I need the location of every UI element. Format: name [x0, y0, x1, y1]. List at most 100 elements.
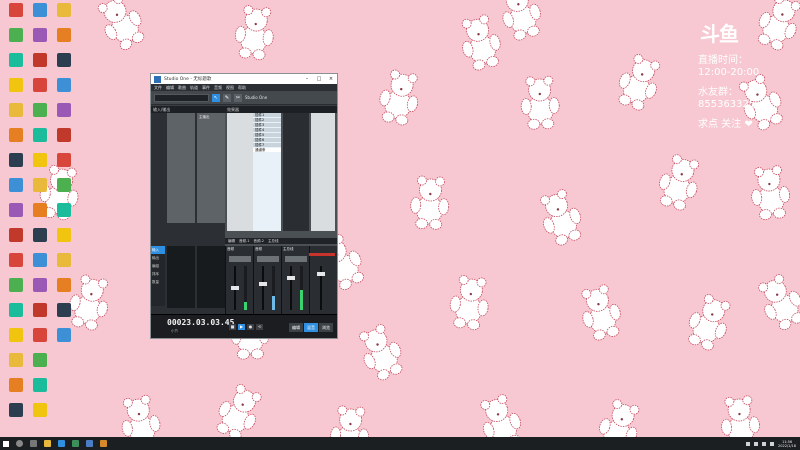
insert-item-selected[interactable]: 通道条 — [253, 148, 281, 153]
menu-event[interactable]: 事件 — [202, 85, 210, 91]
desktop-shortcut-icon[interactable] — [28, 178, 52, 192]
desktop-shortcut-icon[interactable] — [4, 78, 28, 92]
start-button[interactable] — [0, 437, 12, 450]
desktop-shortcut-icon[interactable] — [28, 353, 52, 367]
fader-handle[interactable] — [287, 276, 295, 280]
desktop-shortcut-icon[interactable] — [4, 403, 28, 417]
desktop-shortcut-icon[interactable] — [28, 53, 52, 67]
desktop-shortcut-icon[interactable] — [4, 253, 28, 267]
desktop-shortcut-icon[interactable] — [4, 128, 28, 142]
record-button[interactable]: ● — [247, 324, 254, 330]
io-channel-2[interactable]: 主输出 — [197, 113, 225, 223]
channel-strip-2[interactable]: 音频 — [253, 246, 281, 314]
pan-knob[interactable] — [257, 256, 279, 262]
minimize-button[interactable]: – — [301, 76, 313, 82]
desktop-shortcut-icon[interactable] — [52, 103, 76, 117]
menu-song[interactable]: 歌曲 — [178, 85, 186, 91]
desktop-shortcut-icon[interactable] — [52, 203, 76, 217]
desktop-shortcut-icon[interactable] — [28, 253, 52, 267]
taskbar-browser-icon[interactable] — [54, 437, 68, 450]
taskbar-clock[interactable]: 11:56 2022/1/18 — [778, 440, 796, 448]
menu-file[interactable]: 文件 — [154, 85, 162, 91]
desktop-shortcut-icon[interactable] — [4, 328, 28, 342]
desktop-shortcut-icon[interactable] — [4, 153, 28, 167]
desktop-shortcut-icon[interactable] — [52, 328, 76, 342]
desktop-shortcut-icon[interactable] — [52, 153, 76, 167]
desktop-shortcut-icon[interactable] — [52, 228, 76, 242]
desktop-shortcut-icon[interactable] — [4, 53, 28, 67]
taskbar-app-icon[interactable] — [68, 437, 82, 450]
fader-handle[interactable] — [231, 286, 239, 290]
loop-button[interactable]: ⟲ — [256, 324, 263, 330]
desktop-shortcut-icon[interactable] — [28, 128, 52, 142]
window-titlebar[interactable]: Studio One - 无标题歌 – □ × — [151, 74, 337, 84]
desktop-shortcut-icon[interactable] — [4, 178, 28, 192]
send-column[interactable] — [283, 113, 309, 231]
desktop-shortcut-icon[interactable] — [4, 103, 28, 117]
pencil-tool-icon[interactable]: ✎ — [223, 93, 231, 102]
desktop-shortcut-icon[interactable] — [52, 303, 76, 317]
scissors-tool-icon[interactable]: ✂ — [234, 93, 242, 102]
desktop-shortcut-icon[interactable] — [4, 353, 28, 367]
pan-knob[interactable] — [229, 256, 251, 262]
insert-column-1[interactable] — [227, 113, 253, 231]
desktop-shortcut-icon[interactable] — [28, 228, 52, 242]
close-button[interactable]: × — [325, 76, 337, 82]
taskbar-taskview-icon[interactable] — [26, 437, 40, 450]
desktop-shortcut-icon[interactable] — [52, 53, 76, 67]
side-tab-sort[interactable]: 排序 — [151, 270, 165, 278]
pan-knob[interactable] — [285, 256, 307, 262]
menu-edit[interactable]: 编辑 — [166, 85, 174, 91]
volume-icon[interactable] — [770, 441, 775, 446]
desktop-shortcut-icon[interactable] — [28, 103, 52, 117]
desktop-shortcut-icon[interactable] — [52, 278, 76, 292]
desktop-shortcut-icon[interactable] — [4, 278, 28, 292]
desktop-shortcut-icon[interactable] — [28, 278, 52, 292]
desktop-shortcut-icon[interactable] — [4, 378, 28, 392]
desktop-shortcut-icon[interactable] — [28, 153, 52, 167]
tray-icon[interactable] — [762, 441, 767, 446]
desktop-shortcut-icon[interactable] — [52, 3, 76, 17]
menu-help[interactable]: 帮助 — [238, 85, 246, 91]
desktop-shortcut-icon[interactable] — [4, 3, 28, 17]
browse-mode-button[interactable]: 浏览 — [319, 323, 333, 332]
insert-column-2[interactable] — [311, 113, 335, 231]
desktop-shortcut-icon[interactable] — [28, 78, 52, 92]
main-bus-strip[interactable] — [309, 246, 337, 314]
desktop-shortcut-icon[interactable] — [52, 253, 76, 267]
edit-mode-button[interactable]: 编辑 — [289, 323, 303, 332]
toolbar-field[interactable] — [154, 93, 209, 102]
side-tab-count[interactable]: 数量 — [151, 278, 165, 286]
io-channel-1[interactable] — [167, 113, 195, 223]
desktop-shortcut-icon[interactable] — [28, 378, 52, 392]
maximize-button[interactable]: □ — [313, 76, 325, 82]
desktop-shortcut-icon[interactable] — [28, 328, 52, 342]
play-button[interactable]: ▶ — [238, 324, 245, 330]
taskbar-search-icon[interactable] — [12, 437, 26, 450]
desktop-shortcut-icon[interactable] — [4, 28, 28, 42]
desktop-shortcut-icon[interactable] — [52, 28, 76, 42]
desktop-shortcut-icon[interactable] — [4, 303, 28, 317]
desktop-shortcut-icon[interactable] — [4, 203, 28, 217]
side-tab-group[interactable]: 编组 — [151, 262, 165, 270]
time-display[interactable]: 00023.03.03.45 — [167, 318, 234, 327]
desktop-shortcut-icon[interactable] — [52, 128, 76, 142]
desktop-shortcut-icon[interactable] — [52, 78, 76, 92]
desktop-shortcut-icon[interactable] — [28, 303, 52, 317]
stop-button[interactable]: ■ — [229, 324, 236, 330]
channel-strip-1[interactable]: 音频 — [225, 246, 253, 314]
side-tab-input[interactable]: 输入 — [151, 246, 165, 254]
mix-mode-button[interactable]: 混音 — [304, 323, 318, 332]
menu-audio[interactable]: 音频 — [214, 85, 222, 91]
desktop-shortcut-icon[interactable] — [28, 28, 52, 42]
side-tab-output[interactable]: 输出 — [151, 254, 165, 262]
menu-track[interactable]: 轨道 — [190, 85, 198, 91]
taskbar-obs-icon[interactable] — [96, 437, 110, 450]
taskbar-studio-one-icon[interactable] — [82, 437, 96, 450]
desktop-shortcut-icon[interactable] — [28, 203, 52, 217]
desktop-shortcut-icon[interactable] — [28, 3, 52, 17]
tray-icon[interactable] — [754, 441, 759, 446]
taskbar-explorer-icon[interactable] — [40, 437, 54, 450]
desktop-shortcut-icon[interactable] — [28, 403, 52, 417]
arrow-tool-icon[interactable]: ↖ — [212, 93, 220, 102]
